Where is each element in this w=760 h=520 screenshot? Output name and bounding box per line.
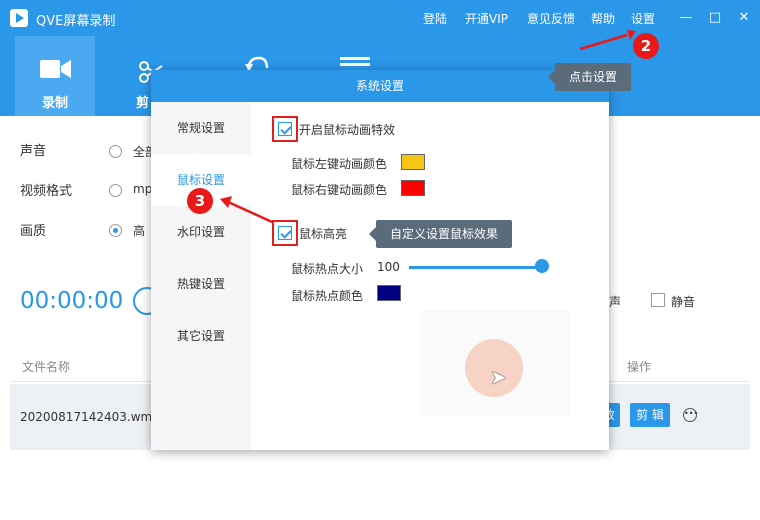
header-action: 操作 bbox=[627, 360, 652, 374]
hotspot-size-slider-knob[interactable] bbox=[535, 259, 549, 273]
hotspot-color-label: 鼠标热点颜色 bbox=[291, 289, 364, 303]
nav-other[interactable]: 其它设置 bbox=[151, 310, 251, 362]
mouse-highlight-checkbox[interactable] bbox=[278, 226, 292, 240]
dialog-title: 系统设置 bbox=[151, 70, 609, 102]
left-click-color-swatch[interactable] bbox=[401, 154, 425, 170]
right-click-color-label: 鼠标右键动画颜色 bbox=[291, 183, 388, 197]
title-bar: QVE屏幕录制 登陆 开通VIP 意见反馈 帮助 设置 — □ ✕ bbox=[0, 0, 760, 36]
mouse-highlight-label: 鼠标高亮 bbox=[299, 227, 348, 241]
right-click-color-swatch[interactable] bbox=[401, 180, 425, 196]
app-logo-icon bbox=[10, 9, 28, 27]
left-click-color-label: 鼠标左键动画颜色 bbox=[291, 157, 388, 171]
quality-radio[interactable] bbox=[109, 224, 122, 237]
settings-link[interactable]: 设置 bbox=[631, 10, 655, 27]
minimize-button[interactable]: — bbox=[677, 9, 695, 27]
mouse-animation-label: 开启鼠标动画特效 bbox=[299, 123, 396, 137]
app-title: QVE屏幕录制 bbox=[36, 14, 116, 29]
step-badge-2: 2 bbox=[633, 33, 659, 59]
maximize-button[interactable]: □ bbox=[706, 9, 724, 27]
vip-link[interactable]: 开通VIP bbox=[465, 10, 508, 27]
audio-label-partial: 声 bbox=[609, 295, 622, 309]
more-options-icon[interactable]: ••• bbox=[683, 408, 698, 422]
nav-hotkey[interactable]: 热键设置 bbox=[151, 258, 251, 310]
edit-tab-label: 剪 bbox=[136, 96, 150, 111]
hotspot-size-slider-track[interactable] bbox=[409, 266, 542, 269]
sound-label: 声音 bbox=[20, 144, 47, 159]
menu-lines-icon bbox=[340, 57, 370, 66]
quality-label: 画质 bbox=[20, 224, 47, 239]
sound-radio[interactable] bbox=[109, 145, 122, 158]
tooltip-click-settings: 点击设置 bbox=[547, 63, 632, 91]
record-tab[interactable]: 录制 bbox=[15, 36, 95, 116]
hotspot-color-swatch[interactable] bbox=[377, 285, 401, 301]
help-link[interactable]: 帮助 bbox=[591, 10, 615, 27]
quality-option-label: 高 bbox=[133, 224, 146, 238]
video-format-label: 视频格式 bbox=[20, 184, 73, 199]
hotspot-size-value: 100 bbox=[377, 260, 400, 274]
close-button[interactable]: ✕ bbox=[735, 9, 753, 27]
mute-label: 静音 bbox=[671, 295, 696, 309]
mouse-animation-checkbox[interactable] bbox=[278, 122, 292, 136]
nav-general[interactable]: 常规设置 bbox=[151, 102, 251, 154]
dialog-nav: 常规设置 鼠标设置 水印设置 热键设置 其它设置 bbox=[151, 102, 251, 450]
step-badge-3: 3 bbox=[187, 188, 213, 214]
hotspot-size-label: 鼠标热点大小 bbox=[291, 262, 364, 276]
format-option-label: mp bbox=[133, 182, 153, 196]
camera-icon bbox=[40, 60, 71, 78]
mute-checkbox[interactable] bbox=[651, 293, 665, 307]
feedback-link[interactable]: 意见反馈 bbox=[527, 10, 575, 27]
record-tab-label: 录制 bbox=[41, 96, 68, 111]
tooltip-custom-mouse: 自定义设置鼠标效果 bbox=[368, 220, 513, 248]
mouse-cursor-icon: ➤ bbox=[490, 365, 507, 389]
edit-button[interactable]: 剪 辑 bbox=[630, 403, 670, 427]
record-timer: 00:00:00 bbox=[20, 288, 124, 314]
header-file-name: 文件名称 bbox=[22, 360, 71, 374]
format-radio[interactable] bbox=[109, 184, 122, 197]
file-name-cell: 20200817142403.wmv bbox=[20, 410, 160, 424]
login-link[interactable]: 登陆 bbox=[423, 10, 447, 27]
